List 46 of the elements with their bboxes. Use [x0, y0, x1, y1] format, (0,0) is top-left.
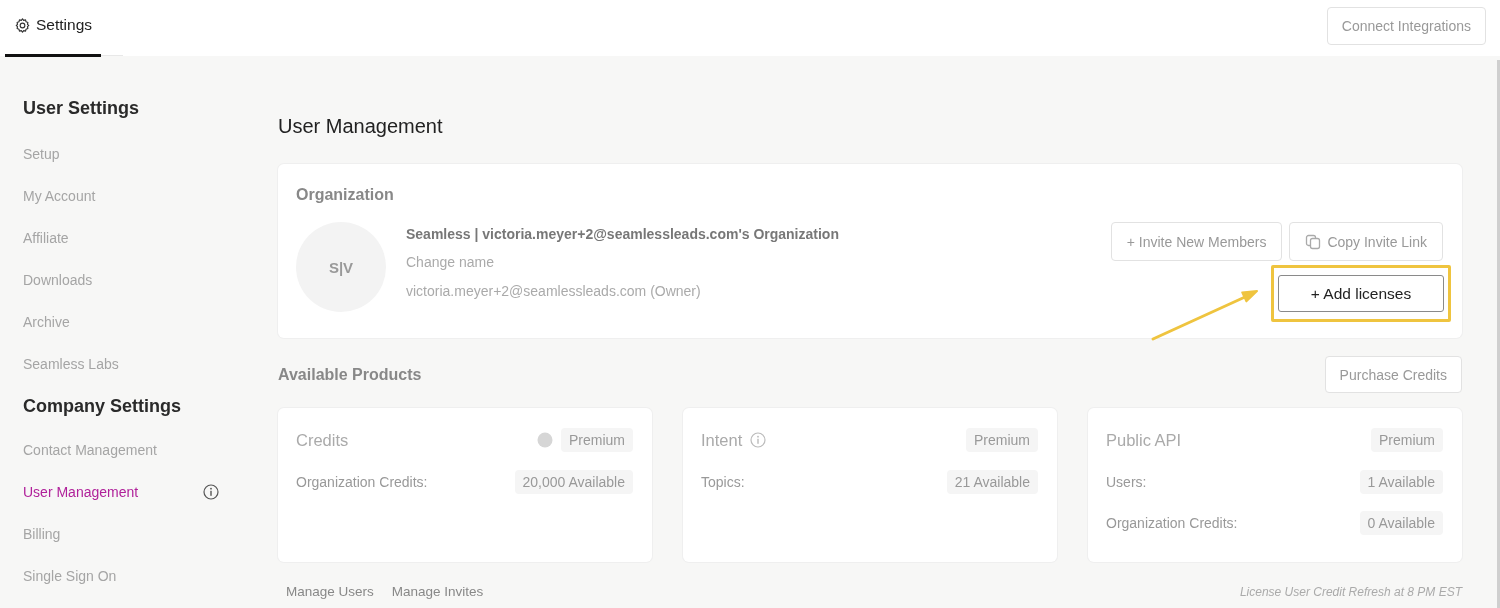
sidebar-item[interactable]: My Account [23, 188, 203, 204]
avatar-initials: S|V [296, 222, 386, 312]
owner-email: victoria.meyer+2@seamlessleads.com (Owner) [406, 282, 701, 301]
refresh-note: License User Credit Refresh at 8 PM EST [1239, 584, 1462, 599]
sidebar-item[interactable]: Seamless Labs [23, 356, 203, 372]
sidebar-item[interactable]: Archive [23, 314, 203, 330]
change-name-link[interactable]: Change name [406, 248, 494, 277]
add-licenses-button[interactable]: + Add licenses [1278, 275, 1444, 312]
purchase-credits-button[interactable]: Purchase Credits [1324, 356, 1462, 393]
organization-heading: Organization [296, 185, 395, 205]
availability-badge: 0 Available [1359, 511, 1443, 535]
info-icon[interactable] [203, 484, 219, 500]
section-title: Available Products [278, 365, 422, 384]
page-title: User Management [278, 114, 443, 139]
sidebar-section-title: Company Settings [23, 395, 183, 417]
product-title: Public API [1106, 430, 1182, 450]
product-row-label: Organization Credits: [296, 474, 428, 490]
footer-tab[interactable]: Manage Users [286, 584, 374, 599]
sidebar-item[interactable]: Contact Management [23, 442, 203, 458]
sidebar-item[interactable]: Single Sign On [23, 568, 203, 584]
sidebar-section-title: User Settings [23, 97, 141, 119]
availability-badge: 21 Available [946, 470, 1038, 494]
product-title: Credits [296, 430, 349, 450]
org-action-button[interactable]: + Invite New Members [1110, 222, 1283, 261]
sidebar-item[interactable]: User Management [23, 484, 203, 500]
availability-badge: 20,000 Available [514, 470, 633, 494]
copy-icon [1305, 233, 1322, 250]
settings-tab[interactable]: Settings [5, 0, 101, 57]
connect-integrations-button[interactable]: Connect Integrations [1326, 7, 1486, 45]
gear-icon [14, 16, 31, 34]
organization-name: Seamless | victoria.meyer+2@seamlessleads.com's Organization [406, 225, 840, 244]
sidebar-item[interactable]: Setup [23, 146, 203, 162]
status-dot-icon [537, 432, 553, 448]
plan-badge: Premium [966, 428, 1038, 452]
sidebar-item[interactable]: Affiliate [23, 230, 203, 246]
availability-badge: 1 Available [1359, 470, 1443, 494]
footer-tab[interactable]: Manage Invites [391, 584, 484, 599]
plan-badge: Premium [1371, 428, 1443, 452]
sidebar-item[interactable]: Downloads [23, 272, 203, 288]
product-row-label: Organization Credits: [1106, 515, 1238, 531]
plan-badge: Premium [561, 428, 633, 452]
sidebar-item[interactable]: Billing [23, 526, 203, 542]
product-row-label: Topics: [701, 474, 745, 490]
product-row-label: Users: [1106, 474, 1147, 490]
product-title: Intent [701, 430, 743, 450]
org-action-button[interactable]: Copy Invite Link [1289, 222, 1443, 261]
